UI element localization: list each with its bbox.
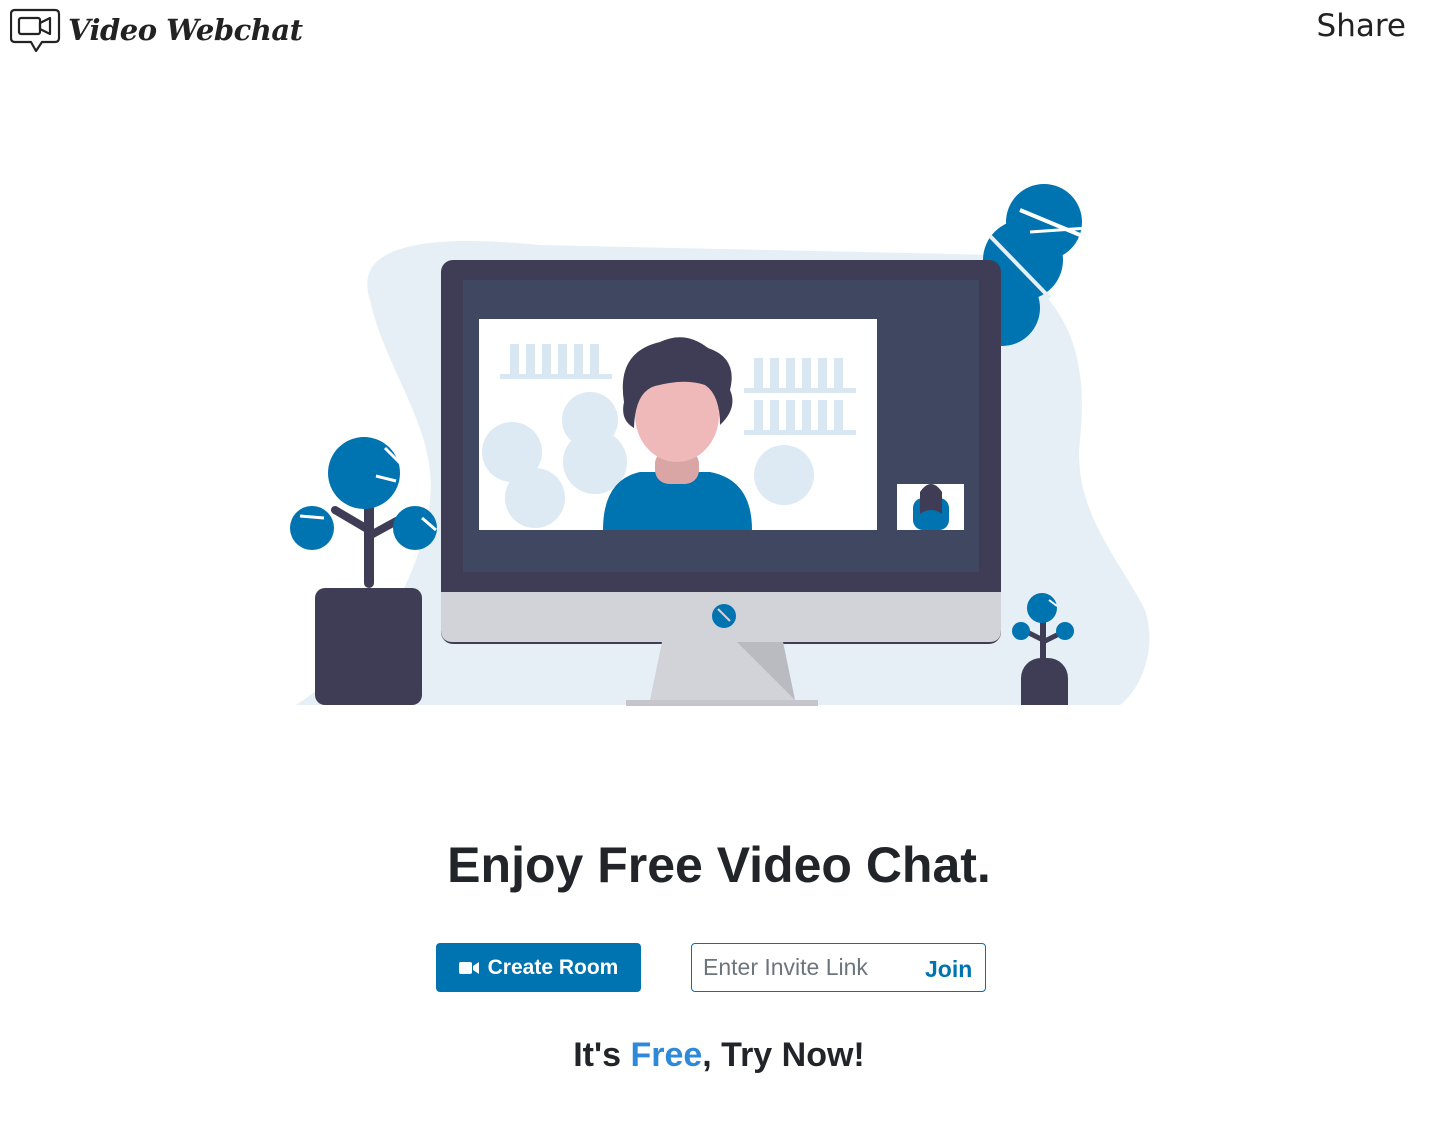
video-conference-illustration [290, 184, 1150, 706]
brand-name: Video Webchat [68, 13, 303, 47]
tagline-suffix: , Try Now! [702, 1036, 865, 1074]
tagline: It's Free, Try Now! [0, 1036, 1430, 1075]
invite-link-input[interactable] [701, 953, 910, 982]
join-button[interactable]: Join [925, 956, 972, 983]
create-room-button[interactable]: Create Room [436, 943, 641, 992]
create-room-label: Create Room [487, 955, 619, 979]
join-room-group: Join [691, 943, 986, 992]
video-camera-icon [458, 961, 479, 974]
tagline-prefix: It's [573, 1036, 631, 1074]
brand-link[interactable]: Video Webchat [10, 6, 303, 54]
video-chat-logo-icon [10, 8, 61, 53]
hero-headline: Enjoy Free Video Chat. [447, 837, 991, 893]
share-link[interactable]: Share [1317, 8, 1406, 44]
top-navbar: Video Webchat Share [0, 0, 1430, 60]
tagline-accent: Free [630, 1036, 703, 1074]
